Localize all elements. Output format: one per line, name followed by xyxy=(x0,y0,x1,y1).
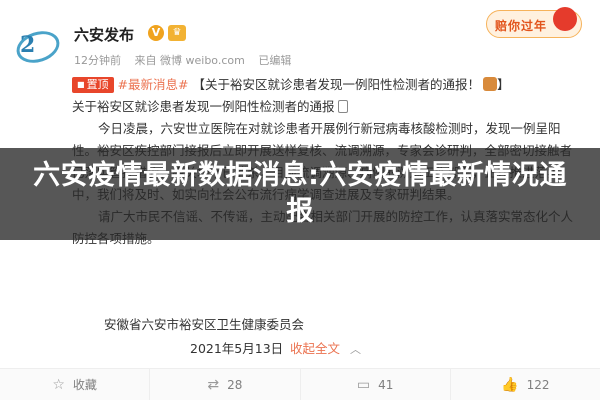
pinned-badge: 置顶 xyxy=(72,77,114,93)
emoji-icon xyxy=(483,77,497,91)
favorite-label: 收藏 xyxy=(72,378,97,392)
star-icon: ☆ xyxy=(52,376,65,393)
verified-icon: V xyxy=(148,25,164,41)
comment-button[interactable]: ▭ 41 xyxy=(301,369,451,400)
repost-icon: ⇄ xyxy=(207,376,220,393)
lantern-icon xyxy=(553,7,577,31)
promo-badge[interactable]: 赔你过年 xyxy=(486,7,582,38)
post-subtitle: 关于裕安区就诊患者发现一例阳性检测者的通报 xyxy=(72,96,584,118)
document-icon xyxy=(337,100,348,113)
post-meta: 12分钟前 来自 微博 weibo.com 已编辑 xyxy=(74,52,301,68)
account-avatar[interactable]: 2 xyxy=(12,25,64,69)
promo-text: 赔你过年 xyxy=(495,19,548,33)
overlay-title: 六安疫情最新数据消息:六安疫情最新情况通报 xyxy=(33,160,567,227)
thumbs-up-icon: 👍 xyxy=(501,376,519,393)
post-time[interactable]: 12分钟前 xyxy=(74,54,121,67)
collapse-button[interactable]: 收起全文 ︿ xyxy=(290,338,361,357)
repost-button[interactable]: ⇄ 28 xyxy=(150,369,301,400)
repost-count: 28 xyxy=(227,377,243,392)
signature: 安徽省六安市裕安区卫生健康委员会 xyxy=(104,317,305,332)
comment-count: 41 xyxy=(378,377,394,392)
post-source: 来自 微博 weibo.com xyxy=(134,54,245,67)
like-count: 122 xyxy=(526,377,550,392)
action-bar: ☆ 收藏 ⇄ 28 ▭ 41 👍 122 xyxy=(0,368,600,400)
subtitle-text: 关于裕安区就诊患者发现一例阳性检测者的通报 xyxy=(72,99,335,114)
headline-text: 【关于裕安区就诊患者发现一例阳性检测者的通报！ xyxy=(192,77,480,92)
vip-crown-icon: ♛ xyxy=(168,25,186,41)
avatar-logo: 2 xyxy=(20,32,35,58)
post-date: 2021年5月13日 xyxy=(190,341,284,356)
comment-icon: ▭ xyxy=(356,376,371,393)
headline-end: 】 xyxy=(497,77,510,92)
collapse-label: 收起全文 xyxy=(290,341,341,356)
post-headline: 置顶 #最新消息# 【关于裕安区就诊患者发现一例阳性检测者的通报！ 】 xyxy=(72,74,584,96)
hashtag-link[interactable]: #最新消息# xyxy=(118,77,189,92)
account-name[interactable]: 六安发布 xyxy=(74,24,134,45)
chevron-up-icon: ︿ xyxy=(350,343,362,356)
edited-label[interactable]: 已编辑 xyxy=(258,54,291,67)
favorite-button[interactable]: ☆ 收藏 xyxy=(0,369,151,400)
weibo-post: 2 六安发布 V ♛ 12分钟前 来自 微博 weibo.com 已编辑 赔你过… xyxy=(0,0,600,400)
like-button[interactable]: 👍 122 xyxy=(451,369,600,400)
